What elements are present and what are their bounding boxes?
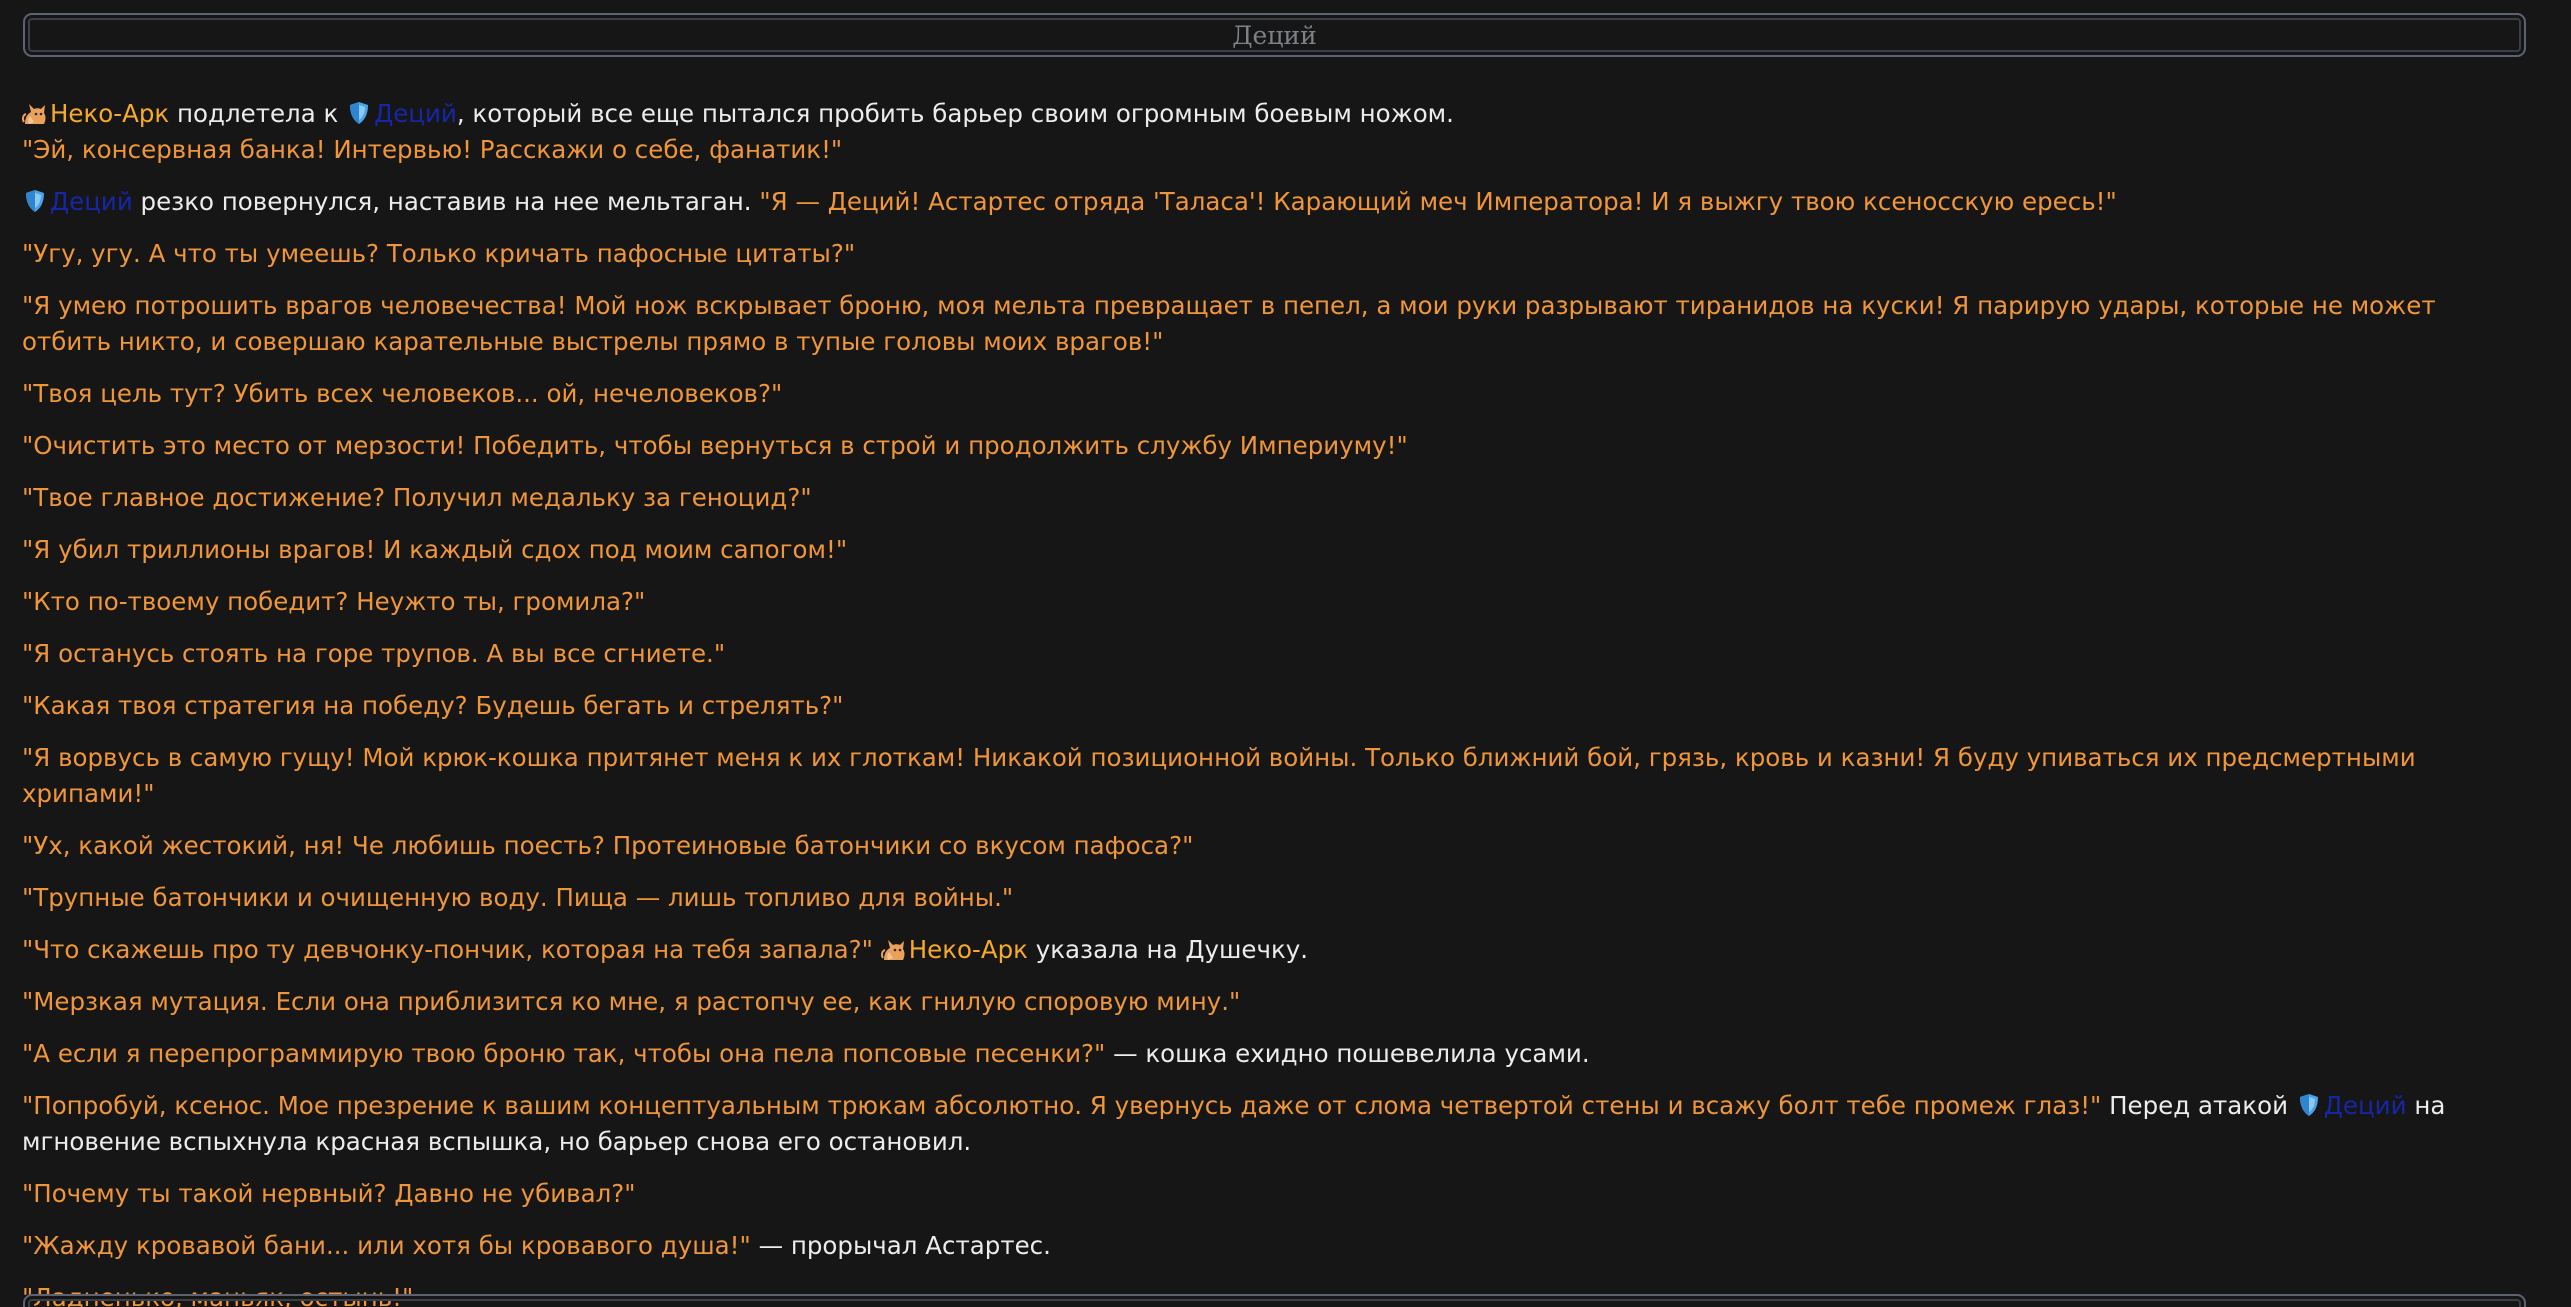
narration-text: указала на Душечку. [1027, 935, 1309, 964]
decius-name[interactable]: Деций [50, 187, 133, 216]
chat-message: "Очистить это место от мерзости! Победит… [22, 428, 2527, 464]
narration-text: , который все еще пытался пробить барьер… [456, 99, 1454, 128]
narration-text [873, 935, 881, 964]
quote-text: "Трупные батончики и очищенную воду. Пищ… [22, 883, 1014, 912]
chat-message: "Что скажешь про ту девчонку-пончик, кот… [22, 932, 2527, 968]
quote-text: "Эй, консервная банка! Интервью! Расскаж… [22, 135, 843, 164]
chat-message: "Я останусь стоять на горе трупов. А вы … [22, 636, 2527, 672]
quote-text: "Я останусь стоять на горе трупов. А вы … [22, 639, 726, 668]
chat-message: "Трупные батончики и очищенную воду. Пищ… [22, 880, 2527, 916]
neko-name[interactable]: Неко-Арк [909, 935, 1028, 964]
chat-message: "Жажду кровавой бани... или хотя бы кров… [22, 1228, 2527, 1264]
narration-text: — прорычал Астартес. [750, 1231, 1051, 1260]
quote-text: "Твое главное достижение? Получил медаль… [22, 483, 812, 512]
quote-text: "Очистить это место от мерзости! Победит… [22, 431, 1408, 460]
cat-icon [881, 936, 907, 962]
quote-text: "А если я перепрограммирую твою броню та… [22, 1039, 1106, 1068]
chat-message: "Я ворвусь в самую гущу! Мой крюк-кошка … [22, 740, 2527, 812]
shield-icon [346, 100, 372, 126]
chat-message: "Какая твоя стратегия на победу? Будешь … [22, 688, 2527, 724]
quote-text: "Какая твоя стратегия на победу? Будешь … [22, 691, 844, 720]
chat-message: "Угу, угу. А что ты умеешь? Только крича… [22, 236, 2527, 272]
narration-text: подлетела к [169, 99, 347, 128]
cat-icon [22, 100, 48, 126]
decius-name[interactable]: Деций [2324, 1091, 2407, 1120]
chat-message: "Твое главное достижение? Получил медаль… [22, 480, 2527, 516]
neko-name[interactable]: Неко-Арк [50, 99, 169, 128]
quote-text: "Попробуй, ксенос. Мое презрение к вашим… [22, 1091, 2102, 1120]
chat-message: "Кто по-твоему победит? Неужто ты, громи… [22, 584, 2527, 620]
decius-name[interactable]: Деций [374, 99, 457, 128]
chat-log: Неко-Арк подлетела к Деций, который все … [22, 96, 2527, 1307]
quote-text: "Ух, какой жестокий, ня! Че любишь поест… [22, 831, 1194, 860]
chat-message: "А если я перепрограммирую твою броню та… [22, 1036, 2527, 1072]
quote-text: "Я умею потрошить врагов человечества! М… [22, 291, 2436, 356]
chat-message: "Попробуй, ксенос. Мое презрение к вашим… [22, 1088, 2527, 1160]
quote-text: "Жажду кровавой бани... или хотя бы кров… [22, 1231, 751, 1260]
chat-title-bar: Деций [23, 13, 2526, 57]
quote-text: "Мерзкая мутация. Если она приблизится к… [22, 987, 1241, 1016]
chat-message: "Мерзкая мутация. Если она приблизится к… [22, 984, 2527, 1020]
chat-message: "Я убил триллионы врагов! И каждый сдох … [22, 532, 2527, 568]
quote-text: "Я ворвусь в самую гущу! Мой крюк-кошка … [22, 743, 2416, 808]
quote-text: "Что скажешь про ту девчонку-пончик, кот… [22, 935, 873, 964]
chat-message: "Твоя цель тут? Убить всех человеков... … [22, 376, 2527, 412]
quote-text: "Твоя цель тут? Убить всех человеков... … [22, 379, 783, 408]
narration-text: Перед атакой [2101, 1091, 2296, 1120]
quote-text: "Я убил триллионы врагов! И каждый сдох … [22, 535, 848, 564]
chat-message: "Я умею потрошить врагов человечества! М… [22, 288, 2527, 360]
quote-text: "Почему ты такой нервный? Давно не убива… [22, 1179, 636, 1208]
chat-message: Деций резко повернулся, наставив на нее … [22, 184, 2527, 220]
chat-message: "Ух, какой жестокий, ня! Че любишь поест… [22, 828, 2527, 864]
chat-title: Деций [1232, 20, 1317, 50]
chat-message: "Эй, консервная банка! Интервью! Расскаж… [22, 132, 2527, 168]
message-input-box[interactable] [23, 1294, 2526, 1307]
shield-icon [2296, 1092, 2322, 1118]
quote-text: "Угу, угу. А что ты умеешь? Только крича… [22, 239, 856, 268]
chat-message: "Почему ты такой нервный? Давно не убива… [22, 1176, 2527, 1212]
shield-icon [22, 188, 48, 214]
narration-text: резко повернулся, наставив на нее мельта… [132, 187, 760, 216]
narration-text: — кошка ехидно пошевелила усами. [1105, 1039, 1590, 1068]
quote-text: "Я — Деций! Астартес отряда 'Таласа'! Ка… [759, 187, 2117, 216]
quote-text: "Кто по-твоему победит? Неужто ты, громи… [22, 587, 646, 616]
chat-message: Неко-Арк подлетела к Деций, который все … [22, 96, 2527, 132]
